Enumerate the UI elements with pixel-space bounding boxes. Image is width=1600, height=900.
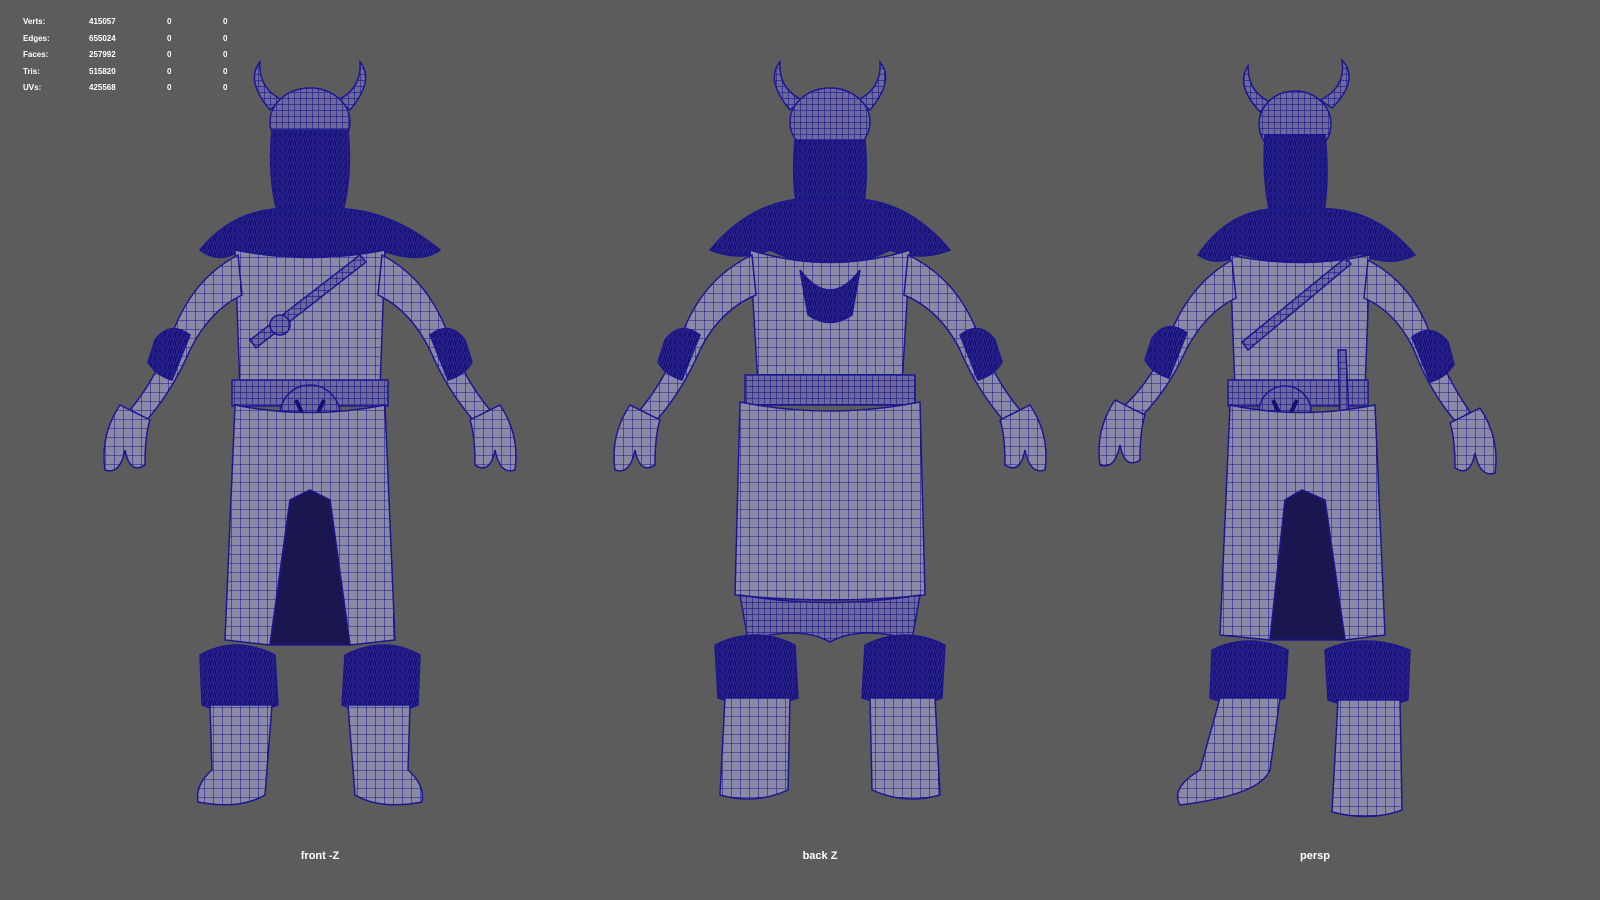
view-panel-front[interactable]: front -Z bbox=[60, 0, 580, 900]
view-label-persp: persp bbox=[1300, 850, 1330, 862]
character-wireframe-persp[interactable] bbox=[1070, 50, 1560, 840]
view-label-front: front -Z bbox=[300, 850, 340, 862]
maya-viewport[interactable]: Verts: 415057 0 0 Edges: 655024 0 0 Face… bbox=[0, 0, 1600, 900]
view-label-back: back Z bbox=[802, 850, 838, 862]
figure-back bbox=[613, 59, 1047, 800]
view-panel-back[interactable]: back Z bbox=[560, 0, 1080, 900]
figure-front bbox=[103, 59, 517, 806]
view-panel-persp[interactable]: persp bbox=[1070, 0, 1560, 900]
figure-persp bbox=[1098, 57, 1497, 818]
character-wireframe-front[interactable] bbox=[60, 50, 580, 840]
character-wireframe-back[interactable] bbox=[560, 50, 1080, 840]
